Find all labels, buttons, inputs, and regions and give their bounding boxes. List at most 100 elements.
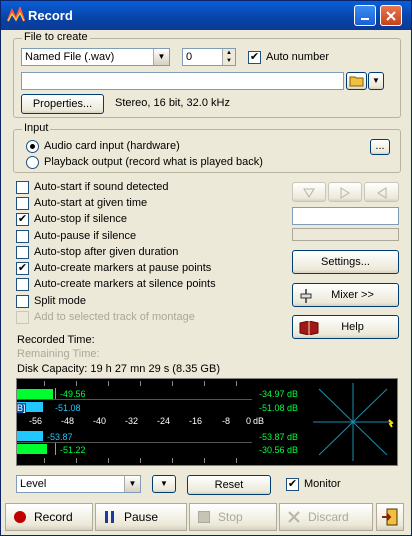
triangle-down-icon — [303, 188, 315, 198]
top-rms-value: -51.08 — [55, 403, 81, 413]
monitor-label: Monitor — [304, 478, 341, 490]
scale-label: -32 — [125, 416, 139, 426]
option-checkbox[interactable]: ✔ — [16, 213, 29, 226]
help-button[interactable]: Help — [292, 315, 399, 339]
stepper-up-icon[interactable]: ▲ — [222, 49, 235, 57]
phase-scope — [313, 383, 394, 461]
option-label: Add to selected track of montage — [34, 311, 195, 323]
format-info: Stereo, 16 bit, 32.0 kHz — [115, 97, 230, 109]
nav-right-button[interactable] — [328, 182, 362, 202]
peak-bar-right — [17, 444, 47, 454]
discard-label: Discard — [308, 510, 349, 524]
file-type-select[interactable]: Named File (.wav) ▼ — [21, 48, 170, 66]
db-scale: -56 -48 -40 -32 -24 -16 -8 0 dB — [17, 416, 264, 428]
option-checkbox[interactable] — [16, 278, 29, 291]
scale-label: -56 — [29, 416, 43, 426]
reset-button[interactable]: Reset — [187, 475, 271, 495]
nav-left-button[interactable] — [364, 182, 399, 202]
option-checkbox[interactable] — [16, 197, 29, 210]
nav-down-button[interactable] — [292, 182, 326, 202]
settings-button[interactable]: Settings... — [292, 250, 399, 274]
option-label: Split mode — [34, 295, 86, 307]
rms-bar-right — [17, 431, 43, 441]
top-right-peak: -34.97 dB — [259, 389, 299, 399]
exit-door-icon — [382, 508, 398, 526]
view-select-value: Level — [20, 478, 47, 490]
stop-label: Stop — [218, 510, 243, 524]
pause-icon — [105, 511, 114, 523]
app-waveform-icon — [7, 7, 25, 22]
record-window: Record File to create Named File (.wav) … — [0, 0, 412, 536]
filename-input[interactable] — [21, 72, 344, 90]
option-checkbox[interactable]: ✔ — [16, 262, 29, 275]
option-label: Auto-start at given time — [34, 197, 148, 209]
exit-button[interactable] — [376, 503, 404, 531]
option-checkbox[interactable] — [16, 181, 29, 194]
audio-card-input-radio[interactable] — [26, 140, 39, 153]
number-value: 0 — [186, 51, 193, 63]
option-checkbox[interactable] — [16, 230, 29, 243]
minimize-icon — [361, 18, 369, 20]
title-bar[interactable]: Record — [1, 1, 411, 30]
option-checkbox[interactable] — [16, 295, 29, 308]
disk-capacity: Disk Capacity: 19 h 27 mn 29 s (8.35 GB) — [17, 363, 220, 375]
bottom-peak-value: -51.22 — [60, 445, 86, 455]
mixer-button[interactable]: Mixer >> — [292, 283, 399, 307]
monitor-checkbox[interactable]: ✔ — [286, 478, 299, 491]
properties-button[interactable]: Properties... — [21, 94, 104, 114]
record-icon — [14, 511, 26, 523]
option-label: Auto-pause if silence — [34, 230, 137, 242]
chevron-down-icon: ▼ — [372, 76, 380, 85]
view-select[interactable]: Level ▼ — [16, 475, 141, 493]
bottom-right-peak: -30.56 dB — [259, 445, 299, 455]
help-label: Help — [341, 321, 364, 333]
stepper-down-icon[interactable]: ▼ — [222, 57, 235, 65]
scale-label: -48 — [61, 416, 75, 426]
scale-label: 0 — [246, 416, 252, 426]
action-bar: Record Pause Stop Discard — [5, 503, 407, 531]
folder-icon — [349, 76, 363, 87]
mixer-label: Mixer >> — [331, 289, 374, 301]
help-book-icon — [299, 321, 319, 335]
scale-unit: dB — [253, 416, 265, 426]
input-label: Input — [22, 122, 51, 134]
bottom-right-rms: -53.87 dB — [259, 432, 299, 442]
stop-button[interactable]: Stop — [189, 503, 277, 531]
option-label: Auto-stop if silence — [34, 213, 127, 225]
view-options-button[interactable]: ▼ — [152, 475, 176, 493]
option-label: Auto-start if sound detected — [34, 181, 169, 193]
scale-label: -40 — [93, 416, 107, 426]
close-icon — [386, 11, 396, 21]
meter-ticks-bottom — [17, 458, 267, 464]
triangle-left-icon — [376, 187, 386, 199]
mixer-slider-icon — [300, 289, 312, 303]
file-type-value: Named File (.wav) — [25, 51, 115, 63]
record-button[interactable]: Record — [5, 503, 93, 531]
number-stepper[interactable]: 0 ▲ ▼ — [182, 48, 236, 66]
level-meter: -49.56 B] -51.08 -34.97 dB -51.08 dB -56… — [16, 378, 398, 466]
chevron-down-icon: ▼ — [153, 49, 169, 65]
window-title: Record — [28, 8, 73, 23]
chevron-down-icon: ▼ — [124, 476, 140, 492]
close-button[interactable] — [380, 5, 402, 26]
top-peak-value: -49.56 — [60, 389, 86, 399]
meter-ticks-top — [17, 381, 267, 387]
option-checkbox[interactable] — [16, 246, 29, 259]
audio-card-input-label: Audio card input (hardware) — [44, 140, 180, 152]
auto-number-checkbox[interactable]: ✔ — [248, 51, 261, 64]
discard-x-icon — [288, 511, 300, 523]
option-label: Auto-create markers at silence points — [34, 278, 216, 290]
browse-dropdown-button[interactable]: ▼ — [368, 72, 384, 90]
input-settings-button[interactable]: ... — [370, 139, 390, 155]
pause-button[interactable]: Pause — [95, 503, 187, 531]
peak-bar-left — [17, 389, 53, 399]
left-marker: B] — [17, 403, 26, 413]
discard-button[interactable]: Discard — [279, 503, 373, 531]
option-checkbox — [16, 311, 29, 324]
playback-output-radio[interactable] — [26, 156, 39, 169]
minimize-button[interactable] — [354, 5, 376, 26]
open-folder-button[interactable] — [346, 72, 367, 90]
time-input[interactable] — [292, 207, 399, 225]
pause-label: Pause — [124, 510, 159, 524]
option-label: Auto-stop after given duration — [34, 246, 179, 258]
